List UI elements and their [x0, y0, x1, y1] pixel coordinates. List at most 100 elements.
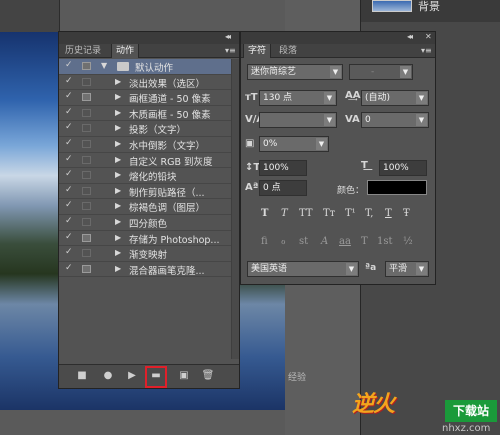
- dialog-toggle-icon[interactable]: [82, 264, 91, 273]
- action-row[interactable]: ✓ ▶ 淡出效果（选区）: [59, 75, 231, 91]
- action-row[interactable]: ✓ ▶ 混合器画笔克隆...: [59, 262, 231, 278]
- stop-icon[interactable]: ■: [75, 370, 89, 381]
- triangle-right-icon[interactable]: ▶: [115, 108, 121, 117]
- dialog-toggle-icon[interactable]: [82, 155, 91, 164]
- dialog-toggle-icon[interactable]: [82, 139, 91, 148]
- triangle-right-icon[interactable]: ▶: [115, 201, 121, 210]
- action-row[interactable]: ✓ ▶ 存储为 Photoshop...: [59, 231, 231, 247]
- small-caps-button[interactable]: Tт: [323, 208, 335, 219]
- triangle-right-icon[interactable]: ▶: [115, 139, 121, 148]
- actions-panel-topbar[interactable]: ◂◂: [59, 32, 239, 44]
- tab-character[interactable]: 字符: [243, 44, 272, 58]
- titling-alternates-button[interactable]: T: [361, 236, 368, 247]
- check-icon[interactable]: ✓: [65, 76, 73, 86]
- action-row[interactable]: ✓ ▶ 木质画框 - 50 像素: [59, 106, 231, 122]
- all-caps-button[interactable]: TT: [299, 208, 313, 219]
- tab-actions[interactable]: 动作: [111, 44, 140, 58]
- tab-history[interactable]: 历史记录: [61, 44, 105, 58]
- tab-paragraph[interactable]: 段落: [275, 44, 301, 58]
- ligatures-button[interactable]: fi: [261, 236, 268, 247]
- triangle-right-icon[interactable]: ▶: [115, 186, 121, 195]
- text-color-swatch[interactable]: [367, 180, 427, 195]
- dialog-toggle-icon[interactable]: [82, 62, 91, 70]
- dialog-toggle-icon[interactable]: [82, 171, 91, 180]
- chevron-down-icon[interactable]: ▼: [324, 92, 335, 104]
- chevron-down-icon[interactable]: ▼: [346, 263, 357, 275]
- triangle-right-icon[interactable]: ▶: [115, 155, 121, 164]
- leading-field[interactable]: (自动) ▼: [361, 90, 429, 106]
- chevron-down-icon[interactable]: ▼: [400, 66, 411, 78]
- triangle-right-icon[interactable]: ▶: [115, 77, 121, 86]
- triangle-down-icon[interactable]: ▼: [101, 61, 107, 70]
- anti-alias-select[interactable]: 平滑 ▼: [385, 261, 429, 277]
- dialog-toggle-icon[interactable]: [82, 233, 91, 242]
- check-icon[interactable]: ✓: [65, 138, 73, 148]
- stylistic-alternates-button[interactable]: aa: [339, 236, 351, 247]
- dialog-toggle-icon[interactable]: [82, 93, 91, 102]
- chevron-down-icon[interactable]: ▼: [324, 114, 335, 126]
- dialog-toggle-icon[interactable]: [82, 186, 91, 195]
- check-icon[interactable]: ✓: [65, 154, 73, 164]
- check-icon[interactable]: ✓: [65, 91, 73, 101]
- character-panel-topbar[interactable]: ◂◂ ✕: [241, 32, 435, 44]
- action-row[interactable]: ✓ ▶ 自定义 RGB 到灰度: [59, 153, 231, 169]
- check-icon[interactable]: ✓: [65, 263, 73, 273]
- action-set-row[interactable]: ✓ ▼ 默认动作: [59, 59, 231, 75]
- close-icon[interactable]: ✕: [425, 32, 432, 41]
- new-set-icon[interactable]: ▬: [149, 370, 163, 381]
- check-icon[interactable]: ✓: [65, 232, 73, 242]
- play-icon[interactable]: ▶: [125, 370, 139, 381]
- triangle-right-icon[interactable]: ▶: [115, 170, 121, 179]
- faux-bold-button[interactable]: T: [261, 208, 268, 219]
- action-row[interactable]: ✓ ▶ 四分颜色: [59, 215, 231, 231]
- triangle-right-icon[interactable]: ▶: [115, 264, 121, 273]
- check-icon[interactable]: ✓: [65, 216, 73, 226]
- font-size-field[interactable]: 130 点 ▼: [259, 90, 337, 106]
- dialog-toggle-icon[interactable]: [82, 249, 91, 258]
- font-family-select[interactable]: 迷你简综艺 ▼: [247, 64, 343, 80]
- double-chevron-left-icon[interactable]: ◂◂: [225, 32, 231, 41]
- action-row[interactable]: ✓ ▶ 投影（文字）: [59, 121, 231, 137]
- font-style-select[interactable]: - ▼: [349, 64, 413, 80]
- dialog-toggle-icon[interactable]: [82, 108, 91, 117]
- language-select[interactable]: 美国英语 ▼: [247, 261, 359, 277]
- triangle-right-icon[interactable]: ▶: [115, 248, 121, 257]
- layer-name[interactable]: 背景: [418, 0, 440, 14]
- record-icon[interactable]: ●: [101, 370, 115, 381]
- check-icon[interactable]: ✓: [65, 107, 73, 117]
- check-icon[interactable]: ✓: [65, 247, 73, 257]
- contextual-alternates-button[interactable]: ℴ: [281, 236, 286, 247]
- superscript-button[interactable]: T¹: [345, 208, 356, 219]
- check-icon[interactable]: ✓: [65, 60, 73, 70]
- new-action-icon[interactable]: ▣: [177, 370, 191, 381]
- action-row[interactable]: ✓ ▶ 熔化的铅块: [59, 168, 231, 184]
- dialog-toggle-icon[interactable]: [82, 202, 91, 211]
- subscript-button[interactable]: T,: [365, 208, 373, 219]
- discretionary-ligatures-button[interactable]: st: [299, 236, 308, 247]
- tracking-field[interactable]: 0 ▼: [361, 112, 429, 128]
- action-row[interactable]: ✓ ▶ 制作剪贴路径（...: [59, 184, 231, 200]
- fractions-button[interactable]: ½: [403, 236, 413, 247]
- chevron-down-icon[interactable]: ▼: [330, 66, 341, 78]
- tsume-field[interactable]: 0% ▼: [259, 136, 329, 152]
- check-icon[interactable]: ✓: [65, 200, 73, 210]
- check-icon[interactable]: ✓: [65, 122, 73, 132]
- swash-button[interactable]: A: [321, 236, 328, 247]
- triangle-right-icon[interactable]: ▶: [115, 123, 121, 132]
- strikethrough-button[interactable]: Ŧ: [403, 208, 410, 219]
- delete-icon[interactable]: 🗑: [201, 370, 215, 381]
- triangle-right-icon[interactable]: ▶: [115, 233, 121, 242]
- vertical-scale-field[interactable]: 100%: [259, 160, 307, 176]
- chevron-down-icon[interactable]: ▼: [316, 138, 327, 150]
- dialog-toggle-icon[interactable]: [82, 124, 91, 133]
- double-chevron-left-icon[interactable]: ◂◂: [407, 32, 413, 41]
- action-row[interactable]: ✓ ▶ 水中倒影（文字）: [59, 137, 231, 153]
- layer-thumbnail[interactable]: [372, 0, 412, 12]
- panel-menu-icon[interactable]: ▾≡: [225, 46, 236, 55]
- dialog-toggle-icon[interactable]: [82, 77, 91, 86]
- action-row[interactable]: ✓ ▶ 棕褐色调（图层）: [59, 199, 231, 215]
- triangle-right-icon[interactable]: ▶: [115, 92, 121, 101]
- chevron-down-icon[interactable]: ▼: [416, 114, 427, 126]
- action-row[interactable]: ✓ ▶ 画框通道 - 50 像素: [59, 90, 231, 106]
- horizontal-scale-field[interactable]: 100%: [379, 160, 427, 176]
